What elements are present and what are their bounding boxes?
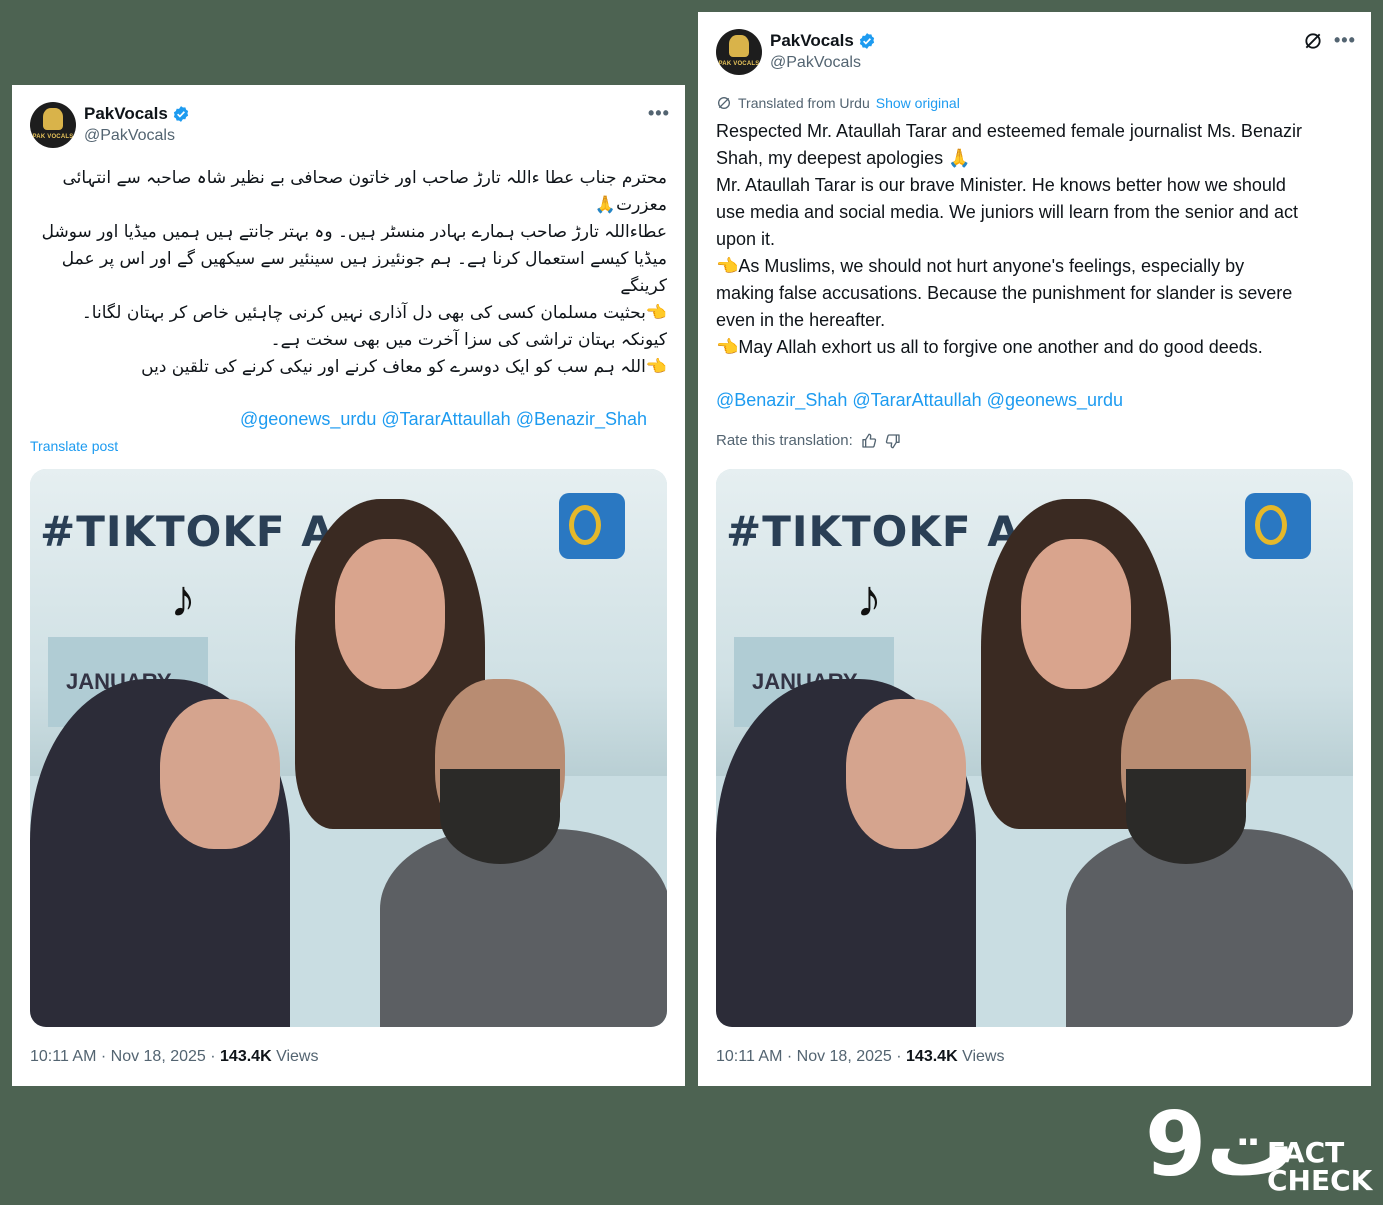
thumbs-up-icon[interactable] bbox=[861, 433, 877, 449]
mention-links[interactable]: @geonews_urdu @TararAttaullah @Benazir_S… bbox=[240, 409, 647, 430]
photo-person-right-beard bbox=[1126, 769, 1246, 864]
views-count: 143.4K bbox=[906, 1048, 958, 1065]
post-text-line: even in the hereafter. bbox=[716, 310, 886, 330]
verified-badge-icon bbox=[859, 33, 874, 49]
post-text-line: عطاءاللہ تارڑ صاحب ہمارے بہادر منسٹر ہیں… bbox=[41, 222, 667, 242]
post-text-line: کیونکہ بہتان تراشی کی سزا آخرت میں بھی س… bbox=[270, 330, 667, 350]
post-text-line: upon it. bbox=[716, 229, 776, 249]
photo-person-back-face bbox=[335, 539, 445, 689]
rate-translation: Rate this translation: bbox=[716, 432, 901, 449]
author-name-row[interactable]: PakVocals bbox=[84, 104, 190, 124]
author-avatar[interactable]: PAK VOCALS bbox=[30, 102, 76, 148]
post-text-line: Shah, my deepest apologies 🙏 bbox=[716, 148, 971, 168]
post-text-line: Mr. Ataullah Tarar is our brave Minister… bbox=[716, 175, 1286, 195]
views-label: Views bbox=[957, 1048, 1005, 1065]
photo-person-right-beard bbox=[440, 769, 560, 864]
thumbs-down-icon[interactable] bbox=[885, 433, 901, 449]
post-meta: 10:11 AM · Nov 18, 2025 · 143.4K Views bbox=[30, 1048, 318, 1066]
post-text: Respected Mr. Ataullah Tarar and esteeme… bbox=[716, 118, 1356, 361]
post-text-line: کرینگے bbox=[620, 276, 667, 296]
author-name[interactable]: PakVocals bbox=[84, 104, 168, 124]
tiktok-logo-icon: ♪ bbox=[170, 570, 196, 628]
post-text-line: making false accusations. Because the pu… bbox=[716, 283, 1293, 303]
post-text-line: محترم جناب عطا ءاللہ تارڑ صاحب اور خاتون… bbox=[62, 168, 667, 188]
translation-notice: Translated from Urdu Show original bbox=[716, 95, 960, 111]
views-label: Views bbox=[271, 1048, 319, 1065]
author-avatar[interactable]: PAK VOCALS bbox=[716, 29, 762, 75]
post-text: محترم جناب عطا ءاللہ تارڑ صاحب اور خاتون… bbox=[30, 165, 667, 381]
photo-person-left-face bbox=[160, 699, 280, 849]
avatar-figure bbox=[729, 35, 749, 57]
post-text-line: 👈As Muslims, we should not hurt anyone's… bbox=[716, 256, 1245, 276]
post-text-line: 👈اللہ ہم سب کو ایک دوسرے کو معاف کرنے او… bbox=[141, 357, 667, 377]
photo-person-back-face bbox=[1021, 539, 1131, 689]
geo-news-logo-icon bbox=[559, 493, 625, 559]
grok-icon[interactable] bbox=[1303, 31, 1323, 51]
verified-badge-icon bbox=[173, 106, 188, 122]
fact-check-logo: ت9 FACT CHECK bbox=[1145, 1097, 1375, 1197]
post-text-line: معزرت🙏 bbox=[594, 195, 667, 215]
post-meta: 10:11 AM · Nov 18, 2025 · 143.4K Views bbox=[716, 1048, 1004, 1066]
post-timestamp[interactable]: 10:11 AM · Nov 18, 2025 · bbox=[716, 1048, 906, 1065]
post-text-line: Respected Mr. Ataullah Tarar and esteeme… bbox=[716, 121, 1302, 141]
original-post-card: PAK VOCALS PakVocals @PakVocals ••• محتر… bbox=[12, 85, 685, 1086]
fact-check-logo-fact: FACT bbox=[1267, 1136, 1345, 1169]
views-count: 143.4K bbox=[220, 1048, 272, 1065]
post-image[interactable]: #TIKTOKF ACE ♪ JANUARY bbox=[30, 469, 667, 1027]
more-options-button[interactable]: ••• bbox=[1334, 30, 1356, 51]
tiktok-logo-icon: ♪ bbox=[856, 570, 882, 628]
translate-icon bbox=[718, 97, 730, 109]
author-name[interactable]: PakVocals bbox=[770, 31, 854, 51]
post-text-line: 👈May Allah exhort us all to forgive one … bbox=[716, 337, 1263, 357]
mention-links[interactable]: @Benazir_Shah @TararAttaullah @geonews_u… bbox=[716, 390, 1123, 411]
translate-post-link[interactable]: Translate post bbox=[30, 438, 118, 454]
show-original-link[interactable]: Show original bbox=[876, 95, 960, 111]
geo-news-logo-icon bbox=[1245, 493, 1311, 559]
post-text-line: 👈بحثیت مسلمان کسی کی بھی دل آذاری نہیں ک… bbox=[81, 303, 667, 323]
avatar-logo-text: PAK VOCALS bbox=[32, 134, 74, 140]
post-image[interactable]: #TIKTOKF ACE ♪ JANUARY bbox=[716, 469, 1353, 1027]
post-text-line: use media and social media. We juniors w… bbox=[716, 202, 1298, 222]
photo-person-left-face bbox=[846, 699, 966, 849]
rate-translation-label: Rate this translation: bbox=[716, 432, 853, 449]
fact-check-logo-check: CHECK bbox=[1267, 1164, 1373, 1197]
more-options-button[interactable]: ••• bbox=[648, 103, 670, 124]
post-timestamp[interactable]: 10:11 AM · Nov 18, 2025 · bbox=[30, 1048, 220, 1065]
author-name-row[interactable]: PakVocals bbox=[770, 31, 876, 51]
avatar-figure bbox=[43, 108, 63, 130]
author-handle[interactable]: @PakVocals bbox=[84, 127, 175, 145]
post-text-line: میڈیا کیسے استعمال کرنا ہے۔ ہم جونئیرز ہ… bbox=[61, 249, 667, 269]
avatar-logo-text: PAK VOCALS bbox=[718, 61, 760, 67]
author-handle[interactable]: @PakVocals bbox=[770, 54, 861, 72]
translated-post-card: PAK VOCALS PakVocals @PakVocals ••• Tran… bbox=[698, 12, 1371, 1086]
translated-from-label: Translated from Urdu bbox=[738, 95, 870, 111]
